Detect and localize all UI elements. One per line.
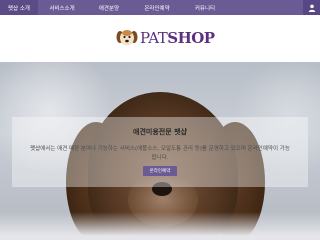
nav-item-label: 온라인예약 <box>144 5 170 12</box>
reservation-button-label: 온라인예약 <box>149 169 171 174</box>
user-button[interactable] <box>303 0 320 15</box>
nav-item-community[interactable]: 커뮤니티 <box>182 0 228 15</box>
nav-menu: 팻샵 소개 서비스소개 애견분양 온라인예약 커뮤니티 <box>0 0 228 15</box>
nav-item-label: 팻샵 소개 <box>8 5 30 12</box>
logo-text-pat: PAT <box>140 28 168 47</box>
hero-background-blanket <box>0 212 320 240</box>
nav-item-label: 서비스소개 <box>49 5 75 12</box>
hero-caption-box: 애견미용전문 팻샵 팻샵에서는 애견 매장 분야나 기능하는 서비스(애플소스,… <box>12 117 308 187</box>
nav-item-label: 커뮤니티 <box>194 5 216 12</box>
logo-text: PATSHOP <box>140 28 215 47</box>
nav-item-reservation[interactable]: 온라인예약 <box>132 0 182 15</box>
hero-title: 애견미용전문 팻샵 <box>133 128 187 136</box>
nav-item-adoption[interactable]: 애견분양 <box>86 0 132 15</box>
nav-item-label: 애견분양 <box>98 5 120 12</box>
nav-item-services[interactable]: 서비스소개 <box>38 0 86 15</box>
user-icon <box>308 4 315 12</box>
hero-description: 팻샵에서는 애견 매장 분야나 기능하는 서비스(애플소스, 오일도통 관리 등… <box>30 146 290 161</box>
site-logo[interactable]: PATSHOP <box>116 27 215 49</box>
logo-text-shop: SHOP <box>167 28 215 47</box>
top-nav: 팻샵 소개 서비스소개 애견분양 온라인예약 커뮤니티 <box>0 0 320 15</box>
nav-item-about[interactable]: 팻샵 소개 <box>0 0 38 15</box>
reservation-button[interactable]: 온라인예약 <box>143 166 177 176</box>
dog-face-icon <box>116 30 138 46</box>
